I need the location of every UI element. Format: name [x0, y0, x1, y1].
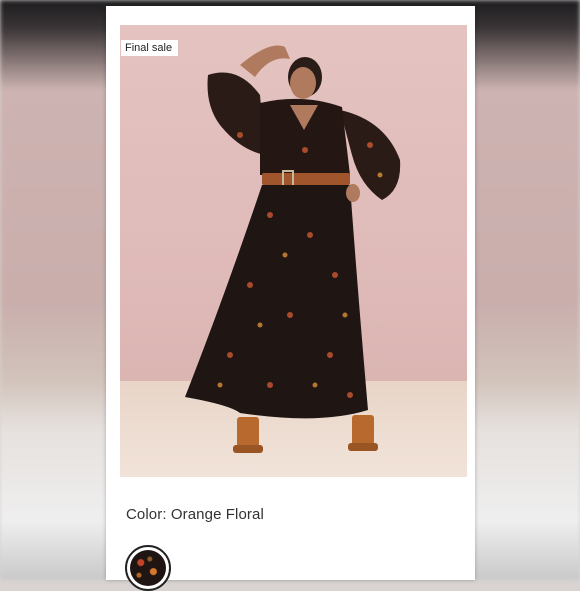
- final-sale-badge: Final sale: [121, 40, 179, 56]
- color-label: Color: Orange Floral: [126, 506, 264, 523]
- product-photo[interactable]: Final sale: [120, 25, 467, 477]
- model-illustration: [185, 45, 401, 453]
- color-swatch-orange-floral[interactable]: [125, 545, 171, 591]
- floral-swatch-icon: [130, 550, 166, 586]
- product-card: Final sale Color: Orange Floral: [106, 6, 475, 591]
